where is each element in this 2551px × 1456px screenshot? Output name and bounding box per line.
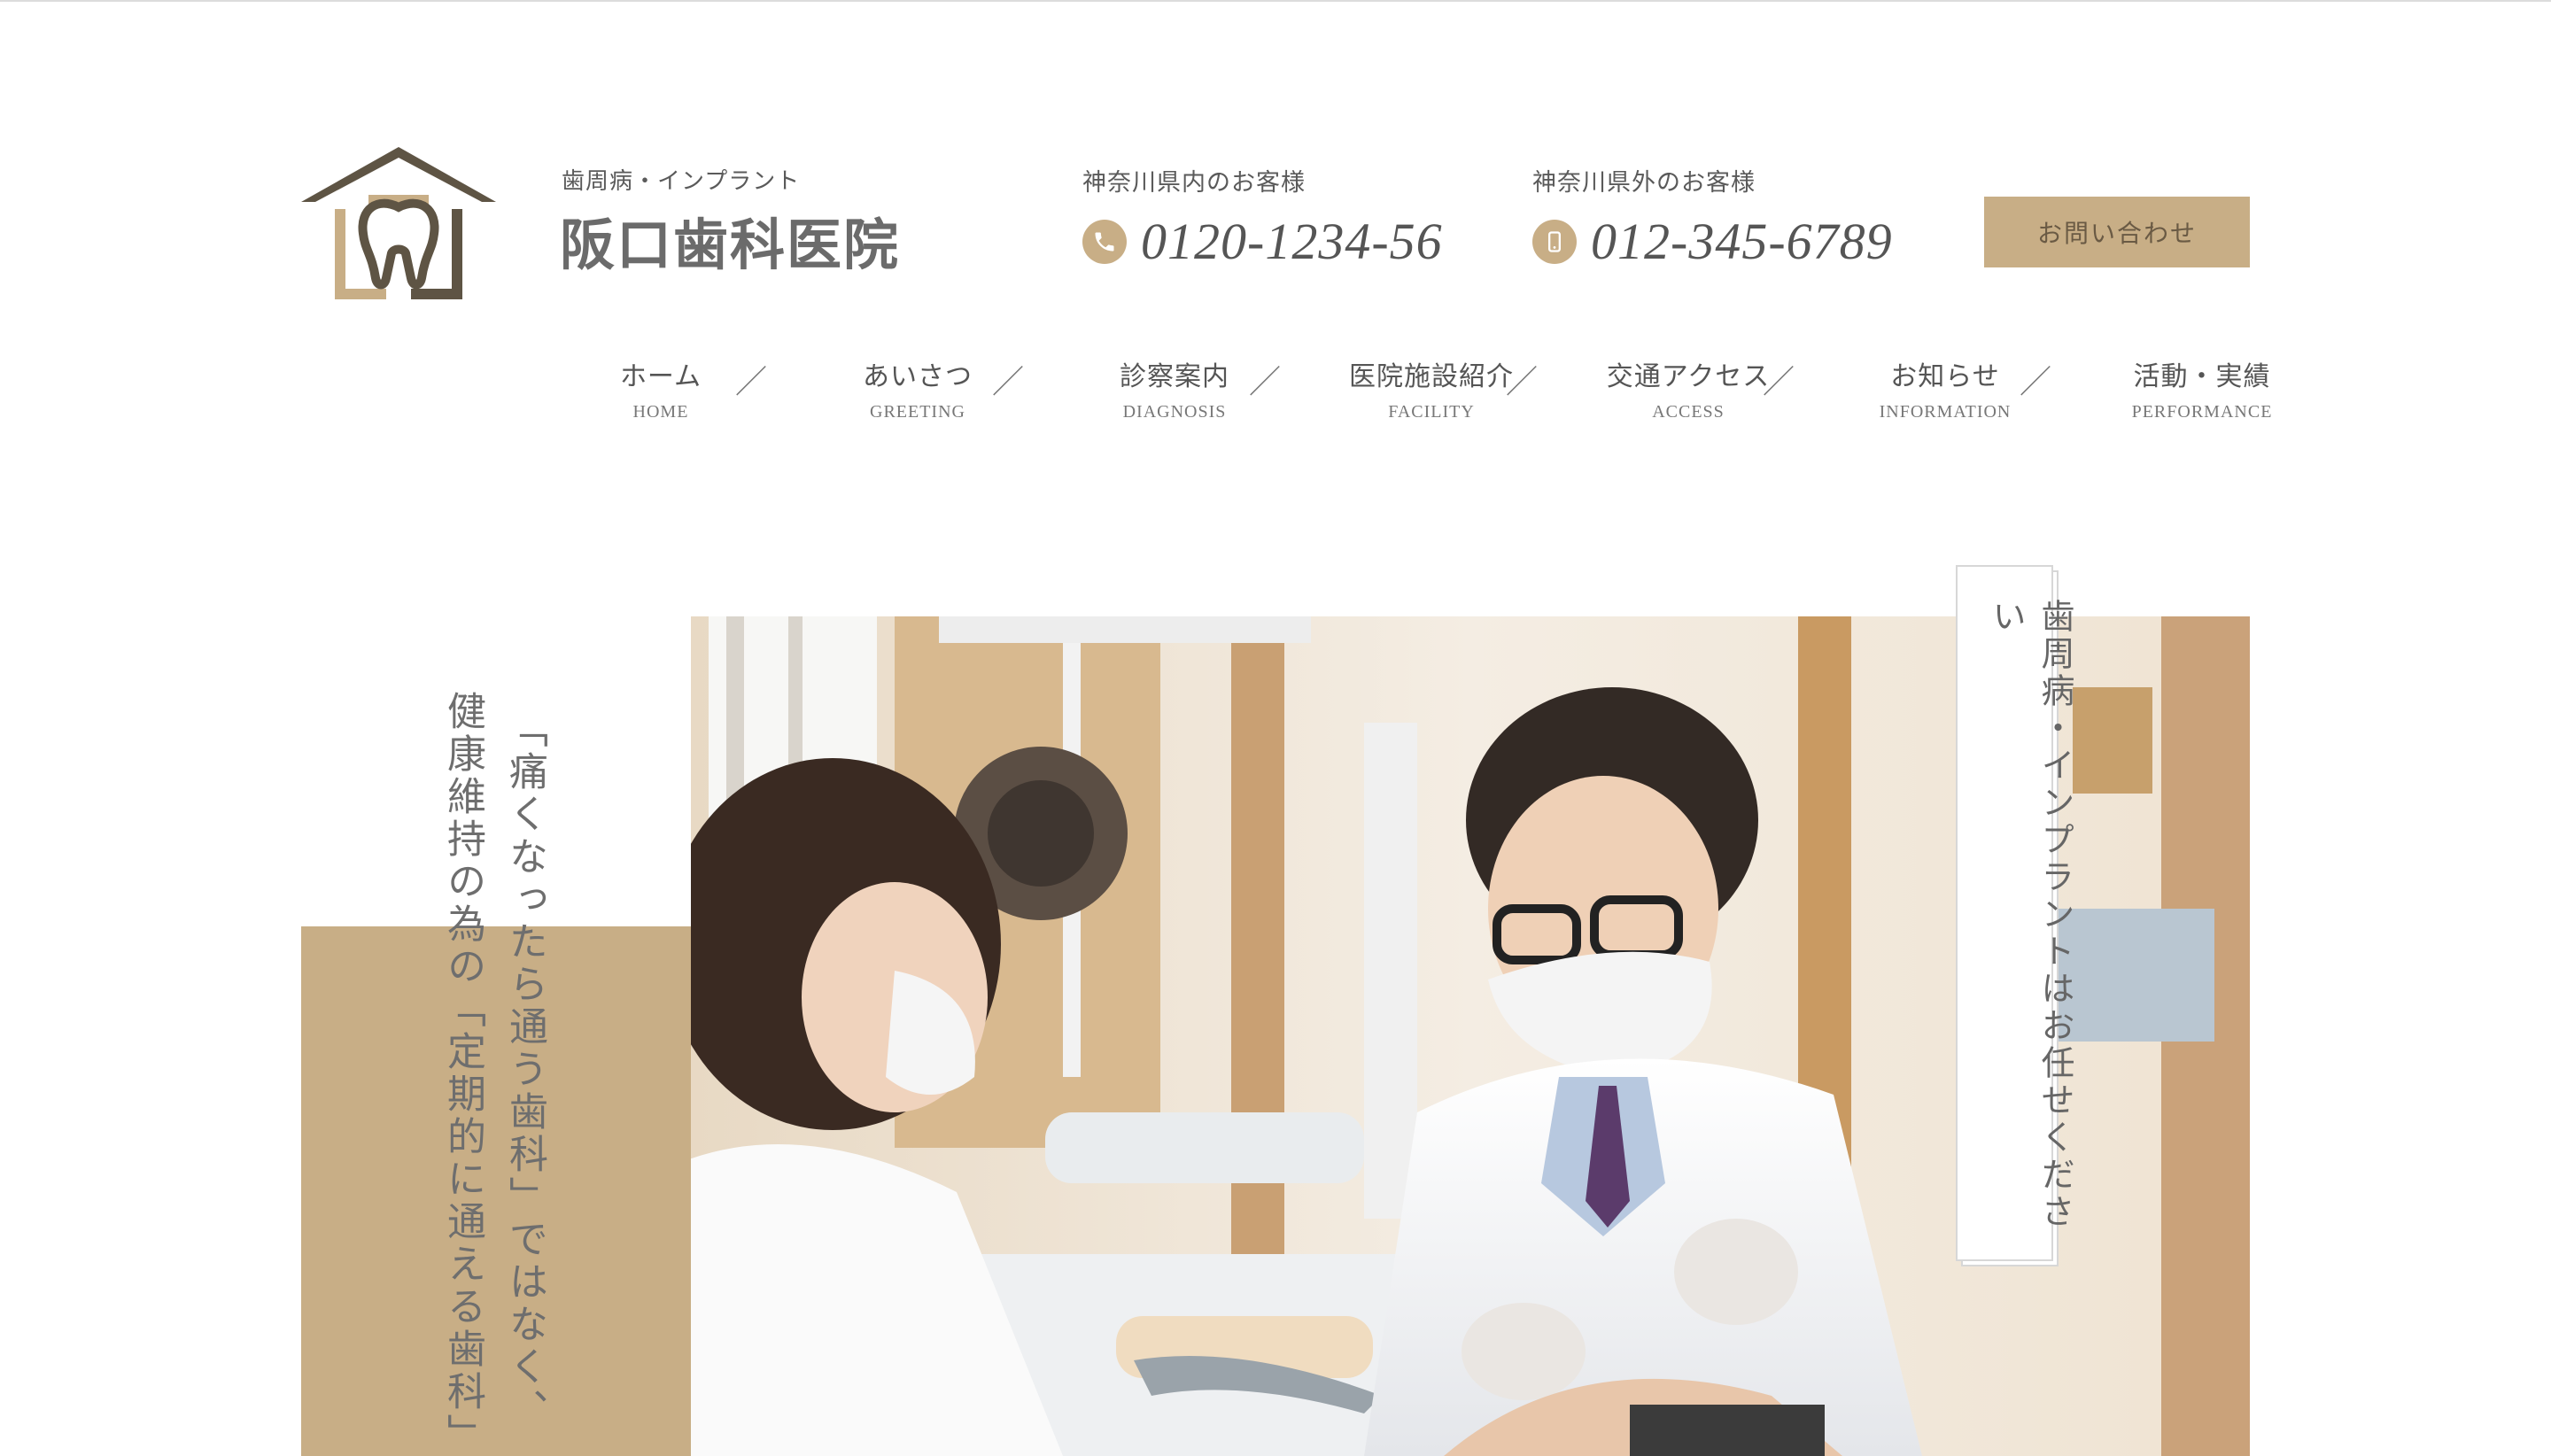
- nav-label-en: DIAGNOSIS: [1122, 402, 1227, 422]
- mobile-phone-icon: [1532, 219, 1577, 264]
- nav-item-diagnosis[interactable]: 診察案内 DIAGNOSIS: [1077, 354, 1272, 422]
- brand-subtitle: 歯周病・インプラント: [562, 168, 801, 195]
- nav-label-jp: 活動・実績: [2133, 361, 2271, 392]
- hero-catchphrase-line2: 健康維持の為の「定期的に通える歯科」: [440, 691, 485, 1456]
- nav-label-en: GREETING: [870, 402, 965, 422]
- clinic-name[interactable]: 阪口歯科医院: [560, 200, 900, 280]
- nav-item-access[interactable]: 交通アクセス ACCESS: [1591, 354, 1786, 422]
- nav-item-performance[interactable]: 活動・実績 PERFORMANCE: [2105, 354, 2299, 422]
- nav-label-jp: 医院施設紹介: [1349, 361, 1514, 392]
- nav-separator: ／: [1249, 364, 1282, 400]
- nav-label-en: ACCESS: [1652, 402, 1725, 422]
- banner-text: 歯周病・インプラントはお任せください: [1987, 599, 2074, 1231]
- nav-item-home[interactable]: ホーム HOME: [563, 354, 758, 422]
- phone-block-out-prefecture: 神奈川県外のお客様 012-345-6789: [1532, 163, 1893, 271]
- nav-label-jp: ホーム: [619, 361, 702, 392]
- nav-label-en: INFORMATION: [1879, 402, 2012, 422]
- nav-separator: ／: [1763, 364, 1795, 400]
- phone-label: 神奈川県内のお客様: [1082, 169, 1306, 197]
- hero-vertical-banner: 歯周病・インプラントはお任せください: [1956, 565, 2074, 1261]
- nav-separator: ／: [735, 364, 768, 400]
- nav-label-jp: あいさつ: [863, 361, 973, 392]
- tooth-house-logo-icon[interactable]: [299, 145, 498, 305]
- phone-label: 神奈川県外のお客様: [1532, 169, 1756, 197]
- nav-separator: ／: [1506, 364, 1539, 400]
- phone-icon: [1082, 219, 1127, 264]
- nav-label-en: FACILITY: [1388, 402, 1475, 422]
- top-border: [0, 0, 2551, 2]
- hero-catchphrase-line1: 「痛くなったら通う歯科」ではなく、: [502, 709, 547, 1431]
- nav-separator: ／: [2020, 364, 2052, 400]
- contact-button[interactable]: お問い合わせ: [1984, 197, 2250, 267]
- nav-separator: ／: [992, 364, 1025, 400]
- nav-label-jp: お知らせ: [1890, 361, 2000, 392]
- nav-label-jp: 交通アクセス: [1606, 361, 1771, 392]
- nav-label-en: HOME: [632, 402, 689, 422]
- phone-number[interactable]: 012-345-6789: [1591, 212, 1893, 271]
- nav-label-en: PERFORMANCE: [2131, 402, 2273, 422]
- nav-item-facility[interactable]: 医院施設紹介 FACILITY: [1334, 354, 1529, 422]
- phone-number[interactable]: 0120-1234-56: [1141, 212, 1443, 271]
- nav-item-greeting[interactable]: あいさつ GREETING: [820, 354, 1015, 422]
- nav-label-jp: 診察案内: [1120, 361, 1229, 392]
- phone-block-in-prefecture: 神奈川県内のお客様 0120-1234-56: [1082, 163, 1443, 271]
- nav-item-information[interactable]: お知らせ INFORMATION: [1848, 354, 2043, 422]
- main-navigation: ホーム HOME ／ あいさつ GREETING ／ 診察案内 DIAGNOSI…: [563, 354, 2271, 425]
